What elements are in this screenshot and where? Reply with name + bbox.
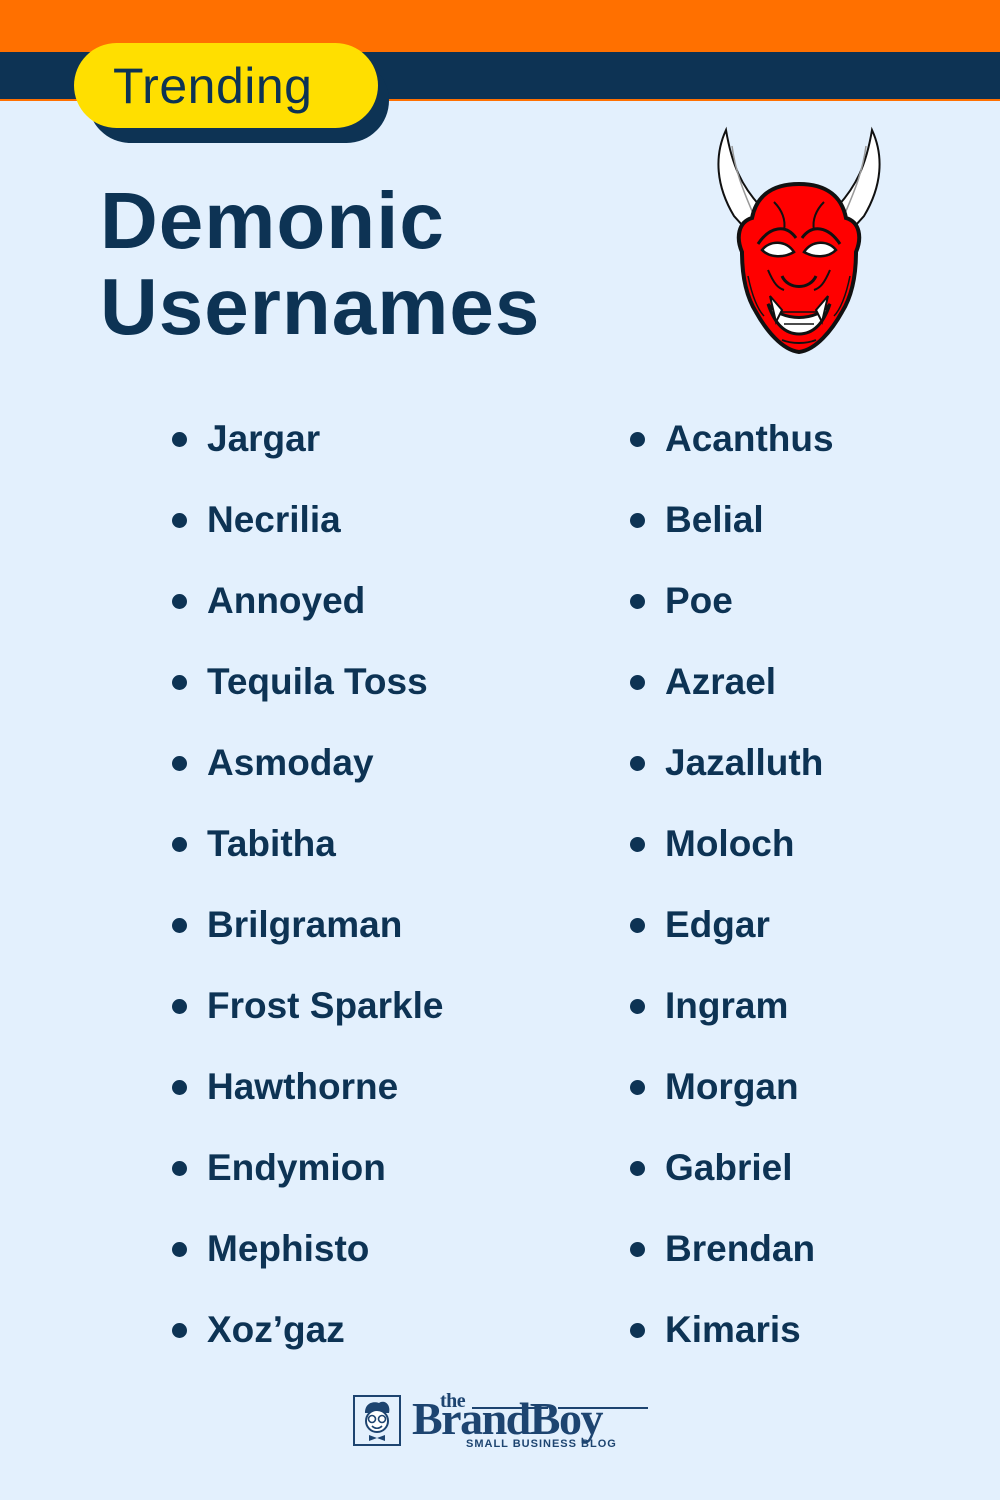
list-item: Brendan [630, 1223, 834, 1304]
bullet-icon [172, 1161, 187, 1176]
bullet-icon [630, 675, 645, 690]
page-title-line-2: Usernames [100, 262, 541, 351]
list-item: Mephisto [172, 1223, 443, 1304]
bullet-icon [630, 756, 645, 771]
list-item: Hawthorne [172, 1061, 443, 1142]
username: Annoyed [207, 580, 366, 621]
bullet-icon [172, 837, 187, 852]
list-item: Moloch [630, 818, 834, 899]
logo-tagline: SMALL BUSINESS BLOG [466, 1438, 617, 1450]
bullet-icon [172, 513, 187, 528]
username: Kimaris [665, 1309, 801, 1350]
list-item: Kimaris [630, 1304, 834, 1385]
bullet-icon [172, 756, 187, 771]
list-item: Asmoday [172, 737, 443, 818]
bullet-icon [630, 1323, 645, 1338]
username: Brendan [665, 1228, 816, 1269]
page-title: Demonic Usernames [100, 178, 540, 350]
username-list-right: Acanthus Belial Poe Azrael Jazalluth Mol… [630, 413, 834, 1385]
username: Hawthorne [207, 1066, 399, 1107]
bullet-icon [172, 999, 187, 1014]
username: Xoz’gaz [207, 1309, 345, 1350]
username: Tequila Toss [207, 661, 428, 702]
page-title-line-1: Demonic [100, 176, 445, 265]
bullet-icon [172, 1323, 187, 1338]
username: Jazalluth [665, 742, 824, 783]
list-item: Acanthus [630, 413, 834, 494]
username: Azrael [665, 661, 777, 702]
username-list-left: Jargar Necrilia Annoyed Tequila Toss Asm… [172, 413, 443, 1385]
list-item: Azrael [630, 656, 834, 737]
username: Frost Sparkle [207, 985, 444, 1026]
username: Necrilia [207, 499, 341, 540]
bullet-icon [172, 594, 187, 609]
bullet-icon [630, 918, 645, 933]
list-item: Jazalluth [630, 737, 834, 818]
bullet-icon [172, 1080, 187, 1095]
username: Edgar [665, 904, 770, 945]
list-item: Brilgraman [172, 899, 443, 980]
list-item: Annoyed [172, 575, 443, 656]
bullet-icon [172, 918, 187, 933]
list-item: Belial [630, 494, 834, 575]
bullet-icon [172, 1242, 187, 1257]
list-item: Necrilia [172, 494, 443, 575]
username: Asmoday [207, 742, 374, 783]
username: Ingram [665, 985, 789, 1026]
username: Moloch [665, 823, 795, 864]
trending-badge-label: Trending [113, 57, 313, 114]
list-item: Edgar [630, 899, 834, 980]
list-item: Xoz’gaz [172, 1304, 443, 1385]
list-item: Tequila Toss [172, 656, 443, 737]
list-item: Tabitha [172, 818, 443, 899]
list-item: Ingram [630, 980, 834, 1061]
bullet-icon [630, 1242, 645, 1257]
list-item: Endymion [172, 1142, 443, 1223]
username: Brilgraman [207, 904, 403, 945]
brandboy-logo: the BrandBoy SMALL BUSINESS BLOG [352, 1390, 652, 1454]
oni-demon-mask-icon [717, 126, 881, 355]
bullet-icon [630, 999, 645, 1014]
trending-badge: Trending [74, 43, 378, 128]
username: Morgan [665, 1066, 799, 1107]
bullet-icon [630, 1080, 645, 1095]
bullet-icon [172, 432, 187, 447]
list-item: Jargar [172, 413, 443, 494]
username: Gabriel [665, 1147, 793, 1188]
username: Endymion [207, 1147, 386, 1188]
username: Poe [665, 580, 733, 621]
bullet-icon [630, 513, 645, 528]
username: Acanthus [665, 418, 834, 459]
bullet-icon [630, 432, 645, 447]
list-item: Frost Sparkle [172, 980, 443, 1061]
bullet-icon [630, 594, 645, 609]
username: Belial [665, 499, 764, 540]
bullet-icon [630, 837, 645, 852]
list-item: Morgan [630, 1061, 834, 1142]
username: Jargar [207, 418, 321, 459]
username: Mephisto [207, 1228, 370, 1269]
bullet-icon [630, 1161, 645, 1176]
logo-brand-text: BrandBoy [412, 1393, 603, 1444]
list-item: Gabriel [630, 1142, 834, 1223]
brandboy-mascot-icon [353, 1395, 401, 1446]
username: Tabitha [207, 823, 336, 864]
bullet-icon [172, 675, 187, 690]
list-item: Poe [630, 575, 834, 656]
